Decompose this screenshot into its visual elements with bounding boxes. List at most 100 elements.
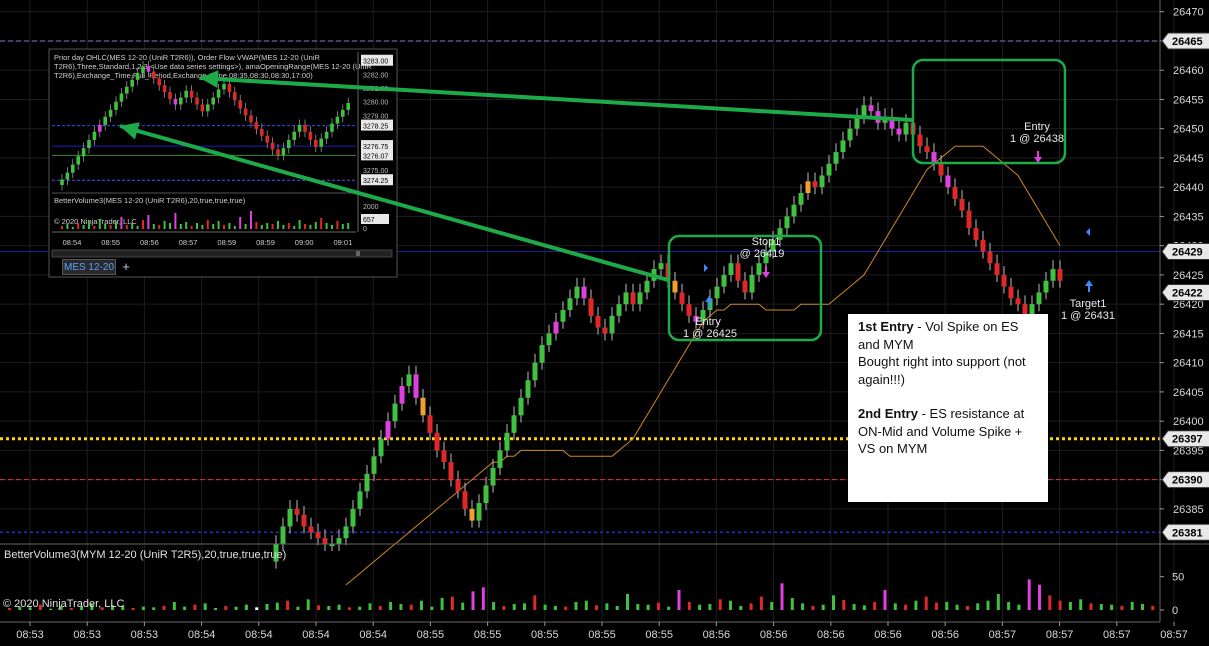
price-tick-label: 26445 <box>1173 153 1204 165</box>
volume-bar <box>481 587 485 610</box>
volume-bar <box>440 598 444 610</box>
volume-bar <box>172 602 176 610</box>
candle-body <box>602 327 608 334</box>
volume-bar <box>244 604 248 610</box>
price-marker-label: 26397 <box>1172 434 1203 446</box>
inset-price-label: 3279.00 <box>363 113 388 120</box>
volume-bar <box>718 599 722 610</box>
inset-volume-bar <box>104 224 107 229</box>
candle-body <box>833 152 839 164</box>
candle-body <box>322 538 328 544</box>
inset-volume-bar <box>142 220 144 229</box>
add-tab-button[interactable]: + <box>119 259 133 275</box>
price-tick-label: 26400 <box>1173 416 1204 428</box>
entry1-heading: 1st Entry <box>858 319 914 334</box>
inset-candle-body <box>270 142 275 150</box>
volume-bar <box>801 603 805 610</box>
inset-candle-body <box>108 109 113 117</box>
candle-body <box>518 397 524 416</box>
inset-volume-bar <box>66 224 69 229</box>
candle-body <box>441 450 447 463</box>
candle-body <box>924 146 930 153</box>
candle-body <box>917 134 923 147</box>
candle-body <box>504 432 510 451</box>
inset-volume-bar <box>120 217 123 229</box>
time-tick-label: 08:53 <box>73 629 101 641</box>
volume-bar <box>1079 599 1083 610</box>
price-tick-label: 26470 <box>1173 7 1204 19</box>
candle-body <box>756 263 762 275</box>
candle-body <box>805 181 811 194</box>
candle-body <box>336 538 342 544</box>
entry2-heading: 2nd Entry <box>858 406 918 421</box>
candle-body <box>812 181 818 188</box>
candle-body <box>350 508 356 527</box>
candle-body <box>994 263 1000 275</box>
candle-body <box>952 187 958 199</box>
inset-candle-body <box>125 86 129 94</box>
inset-price-label: 3274.25 <box>363 178 388 185</box>
inset-candle-body <box>254 122 259 130</box>
candle-body <box>539 345 545 363</box>
volume-bar <box>141 606 145 610</box>
inset-volume-bar <box>206 220 209 229</box>
inset-volume-bar <box>282 225 285 229</box>
candle-body <box>637 292 643 305</box>
volume-bar <box>1048 595 1052 610</box>
candle-body <box>945 175 951 188</box>
inset-volume-label: 657 <box>363 217 375 224</box>
inset-candle-body <box>303 124 307 132</box>
time-tick-label: 08:57 <box>989 629 1017 641</box>
volume-bar <box>543 604 547 610</box>
volume-title: BetterVolume3(MYM 12-20 (UniR T2R5),20,t… <box>4 549 286 561</box>
inset-volume-bar <box>325 223 328 229</box>
inset-volume-label: 0 <box>363 226 367 233</box>
volume-bar <box>584 600 588 610</box>
trade-annotation: 1 @ 26425 <box>683 328 737 340</box>
inset-candle-body <box>238 100 242 109</box>
inset-volume-bar <box>190 226 193 229</box>
candle-body <box>287 508 293 527</box>
inset-candle-body <box>249 115 253 123</box>
volume-bar <box>162 606 166 610</box>
candle-body <box>672 280 678 293</box>
price-tick-label: 26455 <box>1173 94 1204 106</box>
inset-volume-bar <box>255 222 258 229</box>
inset-candle-body <box>292 131 296 140</box>
inset-candle-body <box>162 85 167 93</box>
volume-bar <box>708 604 712 610</box>
candle-body <box>742 280 748 293</box>
candle-body <box>658 263 664 270</box>
volume-bar <box>739 606 743 610</box>
candle-body <box>301 514 307 527</box>
candle-body <box>721 274 727 287</box>
inset-candle-body <box>233 92 237 101</box>
inset-volume-bar <box>223 225 225 229</box>
inset-time-label: 08:54 <box>63 238 82 247</box>
volume-bar <box>306 599 310 610</box>
inset-volume-bar <box>152 224 155 229</box>
volume-bar <box>1038 584 1041 610</box>
inset-volume-bar <box>347 223 350 229</box>
inset-time-label: 09:01 <box>334 238 353 247</box>
price-marker-label: 26422 <box>1172 287 1203 299</box>
candle-body <box>938 163 944 176</box>
inset-tab-mes[interactable]: MES 12-20 <box>62 259 116 275</box>
inset-volume-bar <box>239 217 242 229</box>
price-tick-label: 26405 <box>1173 387 1204 399</box>
inset-volume-bar <box>169 223 171 229</box>
inset-candle-body <box>206 104 210 112</box>
inset-volume-bar <box>131 223 134 229</box>
time-tick-label: 08:56 <box>931 629 959 641</box>
inset-candle-body <box>314 139 318 147</box>
volume-bar <box>553 606 557 610</box>
inset-volume-bar <box>228 223 231 229</box>
candle-body <box>567 298 573 311</box>
volume-bar <box>996 594 1000 610</box>
inset-volume-bar <box>341 224 344 229</box>
volume-bar <box>389 602 393 610</box>
volume-bar <box>1027 579 1031 610</box>
volume-bar <box>1141 604 1144 610</box>
volume-bar <box>193 604 197 610</box>
volume-bar <box>1099 604 1103 610</box>
